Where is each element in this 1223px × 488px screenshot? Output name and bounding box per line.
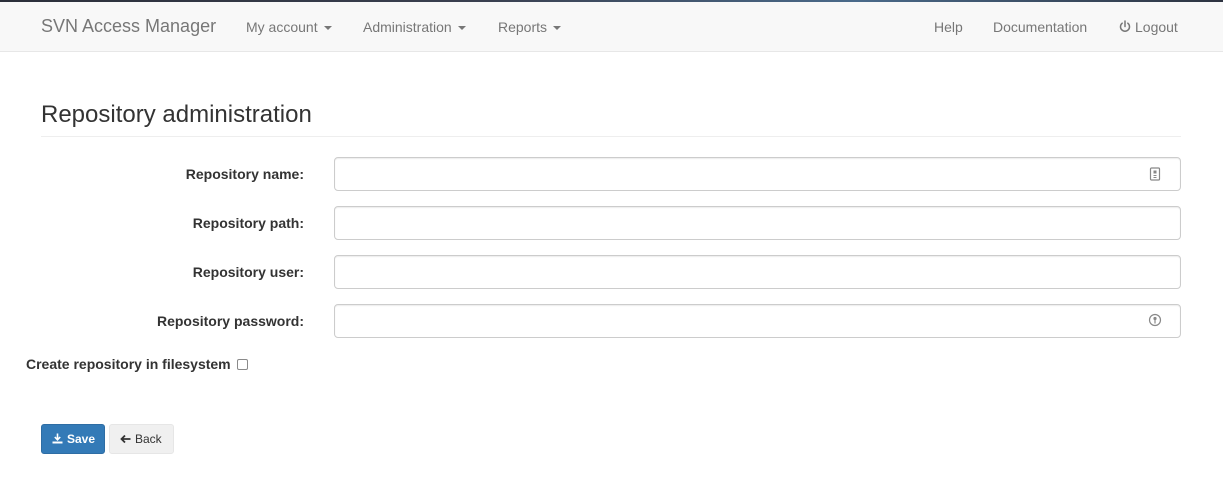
repository-user-input[interactable]	[334, 255, 1181, 289]
repository-name-label: Repository name:	[185, 166, 304, 182]
menu-my-account[interactable]: My account	[246, 18, 332, 36]
documentation-link[interactable]: Documentation	[993, 18, 1087, 36]
repository-path-input[interactable]	[334, 206, 1181, 240]
caret-down-icon	[457, 26, 466, 31]
logout-label: Logout	[1135, 19, 1178, 35]
repository-password-label: Repository password:	[156, 313, 304, 329]
menu-reports[interactable]: Reports	[498, 18, 562, 36]
save-button[interactable]: Save	[41, 424, 105, 454]
create-repository-checkbox[interactable]	[236, 359, 248, 370]
back-button[interactable]: Back	[109, 424, 174, 454]
repository-user-label: Repository user:	[192, 264, 304, 280]
create-repository-label: Create repository in filesystem	[26, 356, 231, 372]
back-button-label: Back	[135, 432, 162, 446]
power-icon	[1119, 20, 1131, 32]
help-link[interactable]: Help	[934, 18, 963, 36]
caret-down-icon	[323, 26, 332, 31]
save-button-label: Save	[67, 432, 96, 446]
menu-administration-label: Administration	[363, 19, 452, 35]
menu-reports-label: Reports	[498, 19, 548, 35]
navbar: SVN Access Manager My account Administra…	[0, 2, 1223, 52]
create-repository-row: Create repository in filesystem	[26, 355, 248, 373]
repository-name-input[interactable]	[334, 157, 1181, 191]
repository-path-label: Repository path:	[192, 215, 304, 231]
brand-link[interactable]: SVN Access Manager	[41, 15, 216, 37]
contact-card-icon	[1149, 167, 1161, 181]
download-icon	[52, 433, 63, 444]
arrow-left-icon	[120, 434, 131, 444]
page-title: Repository administration	[41, 101, 312, 128]
menu-my-account-label: My account	[246, 19, 318, 35]
menu-administration[interactable]: Administration	[363, 18, 466, 36]
repository-password-input[interactable]	[334, 304, 1181, 338]
caret-down-icon	[553, 26, 562, 31]
logout-link[interactable]: Logout	[1119, 18, 1178, 36]
key-icon	[1148, 313, 1162, 327]
title-divider	[41, 136, 1181, 137]
